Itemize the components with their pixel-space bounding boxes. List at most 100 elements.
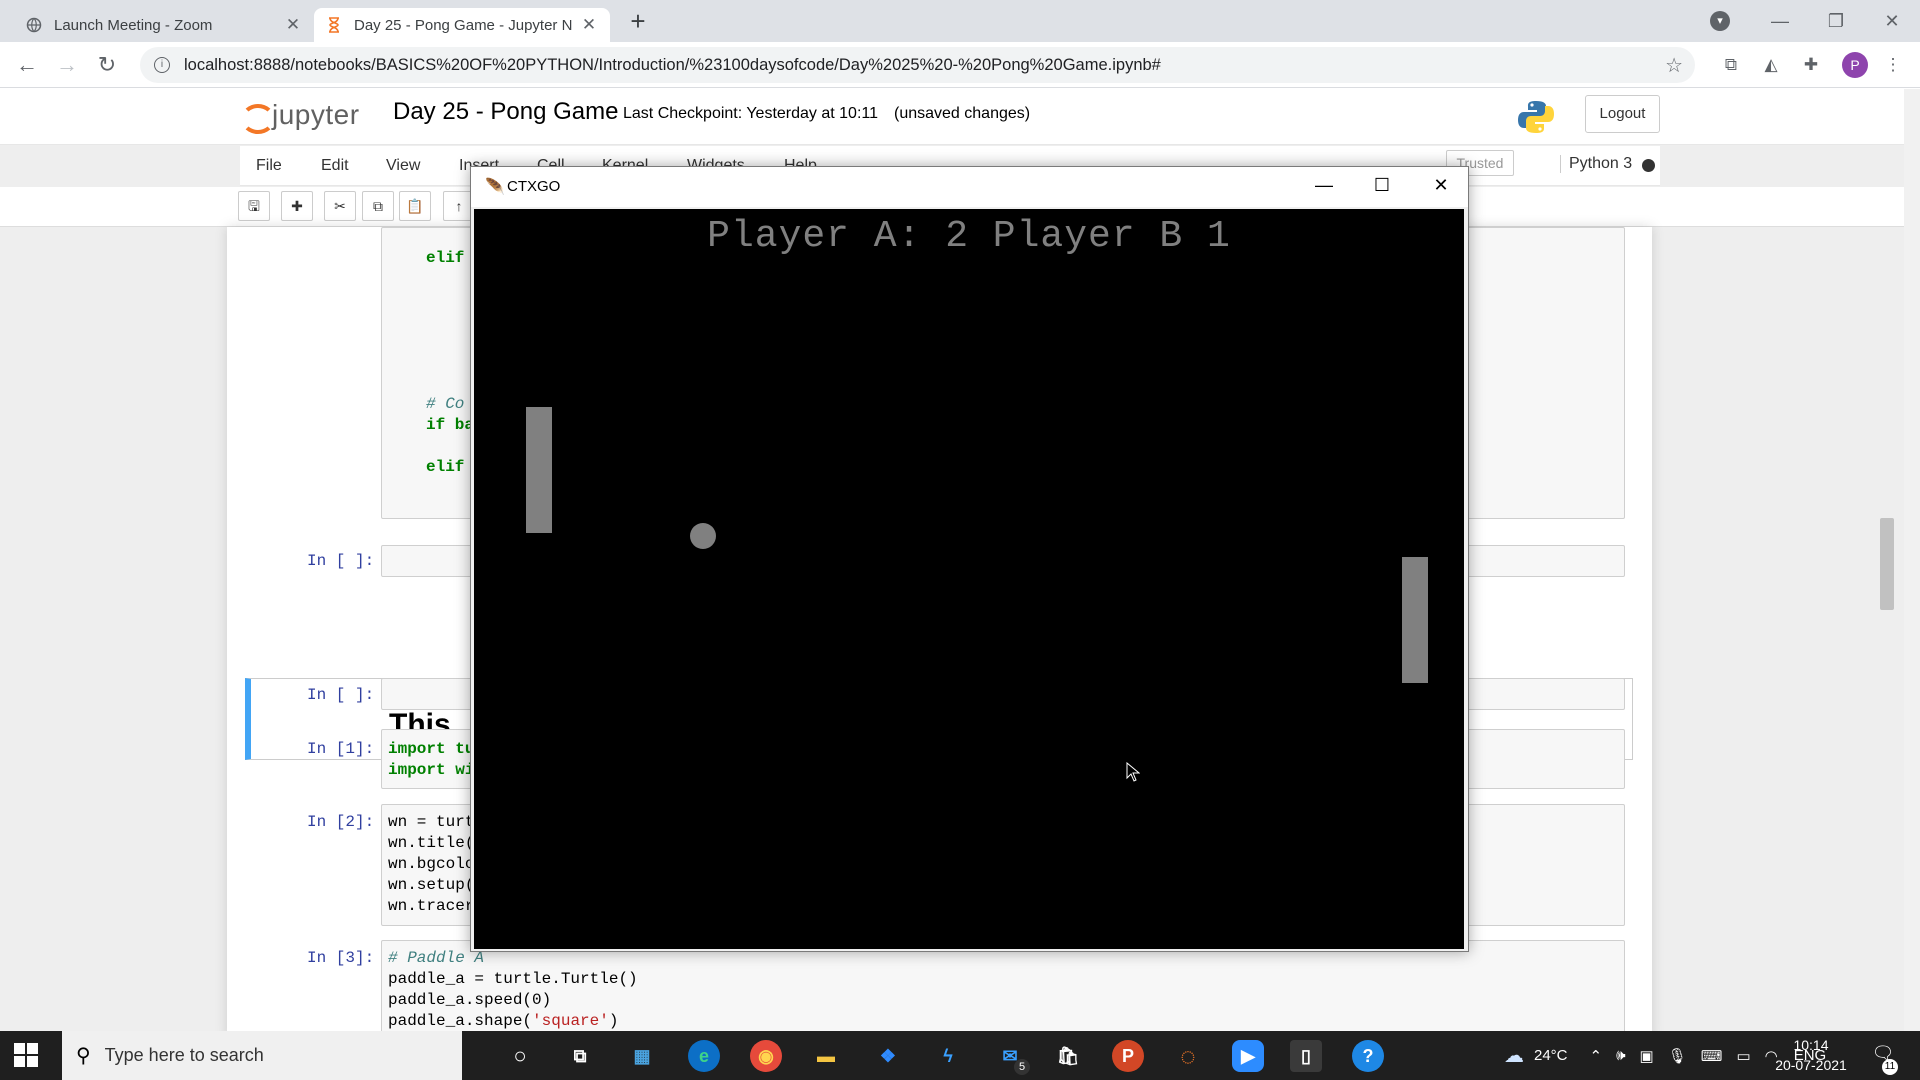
cell-prompt: In [ ]: (307, 552, 375, 570)
cell-prompt: In [ ]: (307, 686, 375, 704)
cell-prompt: In [1]: (307, 740, 375, 758)
score-display: Player A: 2 Player B 1 (707, 215, 1231, 258)
forward-icon[interactable]: → (52, 50, 82, 80)
clock-time: 10:14 (1793, 1037, 1829, 1053)
hourglass-icon (326, 17, 342, 33)
code-token: paddle_a.shape( (388, 1012, 533, 1030)
code-line: elif (426, 458, 465, 476)
tab-search-icon[interactable]: ▾ (1710, 11, 1730, 31)
jupyter-logo-text: jupyter (272, 99, 360, 130)
code-line: paddle_a = turtle.Turtle() (388, 970, 638, 988)
meet-now-icon[interactable]: ▣ (1640, 1047, 1654, 1065)
restore-icon[interactable]: ❐ (1808, 11, 1864, 32)
help-icon[interactable]: ? (1352, 1040, 1384, 1072)
back-icon[interactable]: ← (12, 50, 42, 80)
code-line: wn.bgcolo (388, 855, 475, 873)
profile-avatar[interactable]: P (1842, 52, 1868, 78)
tab-zoom[interactable]: Launch Meeting - Zoom ✕ (14, 8, 314, 42)
close-window-icon[interactable]: ✕ (1864, 11, 1920, 32)
feather-icon: 🪶 (485, 179, 505, 196)
logout-button[interactable]: Logout (1585, 95, 1660, 133)
extension-cast-icon[interactable]: ⧉ (1720, 54, 1742, 76)
weather-temp[interactable]: 24°C (1534, 1047, 1568, 1064)
menu-file[interactable]: File (256, 157, 282, 175)
cut-icon[interactable]: ✂ (324, 191, 356, 221)
minimize-icon[interactable]: — (1309, 175, 1339, 196)
code-line: paddle_a.speed(0) (388, 991, 552, 1009)
game-window-title: CTXGO (507, 178, 561, 195)
jupyter-header: jupyter Day 25 - Pong Game Last Checkpoi… (0, 89, 1904, 145)
minimize-icon[interactable]: — (1752, 11, 1808, 32)
checkpoint-status: Last Checkpoint: Yesterday at 10:11 (623, 105, 878, 122)
paddle-b (1402, 557, 1428, 683)
mouse-cursor-icon (1126, 761, 1141, 782)
paste-icon[interactable]: 📋 (399, 191, 431, 221)
speaker-icon[interactable]: 🕪 (1616, 1047, 1625, 1064)
browser-toolbar: ← → ↻ i localhost:8888/notebooks/BASICS%… (0, 42, 1920, 88)
maximize-icon[interactable]: ☐ (1367, 175, 1397, 196)
close-window-icon[interactable]: ✕ (1426, 175, 1456, 196)
copy-icon[interactable]: ⧉ (362, 191, 394, 221)
dropbox-icon[interactable]: ❖ (872, 1040, 904, 1072)
store-icon[interactable]: 🛍 (1052, 1040, 1084, 1072)
extension-chart-icon[interactable]: ◭ (1760, 54, 1782, 76)
kernel-name[interactable]: Python 3 (1560, 155, 1632, 173)
site-info-icon[interactable]: i (154, 57, 170, 73)
code-line: wn = turt (388, 813, 475, 831)
code-string: 'square' (532, 1012, 609, 1030)
close-tab-icon[interactable]: ✕ (284, 15, 302, 35)
keyboard-icon[interactable]: ⌨ (1701, 1047, 1723, 1065)
code-line: wn.setup( (388, 876, 475, 894)
visual-studio-icon[interactable]: ϟ (932, 1040, 964, 1072)
menu-view[interactable]: View (386, 157, 420, 175)
python-logo-icon (1516, 97, 1556, 137)
show-hidden-icons[interactable]: ⌃ (1590, 1047, 1603, 1065)
taskbar: ⚲ Type here to search ○ ⧉ ▦ e ◉ ▬ ❖ ϟ ✉ … (0, 1031, 1920, 1080)
scrollbar-thumb[interactable] (1880, 518, 1894, 610)
taskbar-search-box[interactable]: ⚲ Type here to search (62, 1031, 462, 1080)
save-icon[interactable]: 🖫 (238, 191, 270, 221)
clock[interactable]: 10:14 20-07-2021 (1766, 1035, 1856, 1075)
menu-edit[interactable]: Edit (321, 157, 349, 175)
code-line: wn.title( (388, 834, 475, 852)
game-window-titlebar[interactable]: 🪶 CTXGO — ☐ ✕ (471, 167, 1468, 207)
close-tab-icon[interactable]: ✕ (580, 15, 598, 35)
zoom-icon[interactable]: ▶ (1232, 1040, 1264, 1072)
task-view-icon[interactable]: ⧉ (564, 1040, 596, 1072)
game-canvas[interactable]: Player A: 2 Player B 1 (474, 209, 1464, 949)
battery-icon[interactable]: ▭ (1736, 1047, 1750, 1065)
code-line: elif (426, 249, 465, 267)
jupyter-logo[interactable]: jupyter (240, 98, 360, 134)
code-line: # Co (426, 395, 465, 413)
tab-title: Day 25 - Pong Game - Jupyter N (354, 16, 573, 34)
browser-menu-icon[interactable]: ⋮ (1882, 54, 1904, 76)
chrome-icon[interactable]: ◉ (750, 1040, 782, 1072)
taskbar-app-icon[interactable]: ▦ (626, 1040, 658, 1072)
search-placeholder: Type here to search (104, 1045, 264, 1065)
insert-cell-icon[interactable]: ✚ (281, 191, 313, 221)
search-icon: ⚲ (76, 1045, 91, 1067)
jupyter-taskbar-icon[interactable]: ◌ (1172, 1040, 1204, 1072)
cortana-icon[interactable]: ○ (504, 1040, 536, 1072)
edge-icon[interactable]: e (688, 1040, 720, 1072)
windows-start-icon[interactable] (14, 1043, 38, 1067)
notebook-title[interactable]: Day 25 - Pong Game (393, 98, 618, 126)
autosave-status: (unsaved changes) (894, 105, 1031, 122)
url-text: localhost:8888/notebooks/BASICS%20OF%20P… (184, 55, 1161, 74)
bookmark-star-icon[interactable]: ☆ (1665, 53, 1683, 78)
tab-jupyter[interactable]: Day 25 - Pong Game - Jupyter N ✕ (314, 8, 610, 42)
game-window: 🪶 CTXGO — ☐ ✕ Player A: 2 Player B 1 (470, 166, 1469, 952)
ball (690, 523, 716, 549)
extensions-puzzle-icon[interactable]: ✚ (1800, 54, 1822, 76)
paddle-a (526, 407, 552, 533)
jupyter-logo-icon (240, 98, 275, 134)
code-line: import tu (388, 740, 475, 758)
microphone-icon[interactable]: 🎙 (1668, 1047, 1687, 1065)
address-bar[interactable]: i localhost:8888/notebooks/BASICS%20OF%2… (140, 47, 1695, 83)
notepad-icon[interactable]: ▯ (1290, 1040, 1322, 1072)
powerpoint-icon[interactable]: P (1112, 1040, 1144, 1072)
reload-icon[interactable]: ↻ (92, 50, 122, 80)
new-tab-icon[interactable]: + (624, 8, 652, 36)
file-explorer-icon[interactable]: ▬ (810, 1040, 842, 1072)
page-scrollbar[interactable] (1904, 89, 1920, 1031)
